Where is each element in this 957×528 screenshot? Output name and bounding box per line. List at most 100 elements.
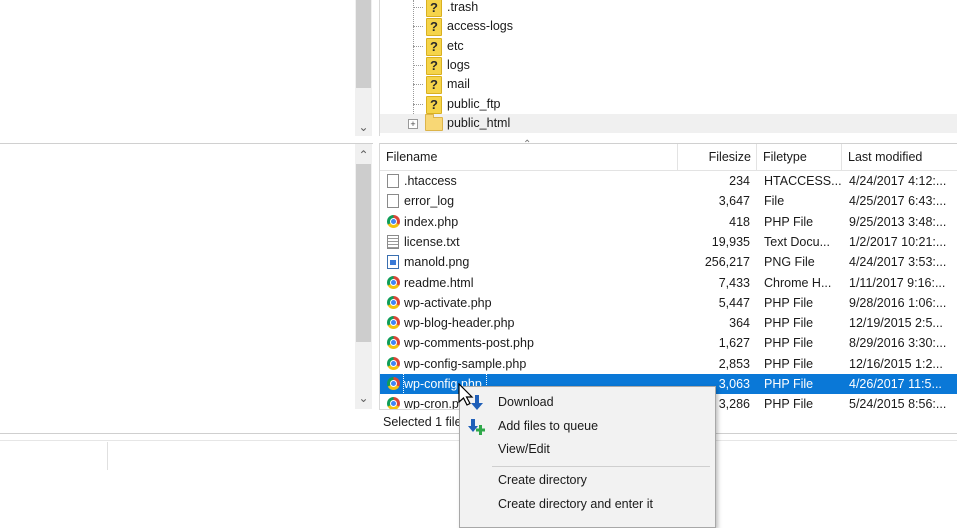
status-bar-selection-text: Selected 1 file: [379, 409, 463, 434]
file-name: manold.png: [404, 255, 470, 270]
file-size: 1,627: [718, 336, 750, 351]
column-header-filetype[interactable]: Filetype: [757, 144, 842, 170]
chrome-icon: [387, 295, 400, 309]
chrome-icon: [387, 275, 400, 289]
chrome-icon: [387, 336, 400, 350]
file-name: wp-activate.php: [404, 295, 492, 310]
tree-item[interactable]: ? etc: [380, 37, 957, 56]
chrome-icon: [387, 377, 400, 390]
scroll-down-arrow-icon[interactable]: ⌄: [355, 120, 372, 134]
tree-connector: [413, 7, 423, 8]
file-type: HTACCESS...: [764, 174, 842, 188]
file-size: 3,647: [718, 194, 750, 209]
remote-directory-tree-pane: ? .trash? access-logs ? etc? logs? mail? public…: [379, 0, 957, 136]
file-modified: 8/29/2016 3:30:...: [849, 336, 947, 351]
tree-item-label: mail: [447, 77, 470, 92]
tree-item-label: .trash: [447, 0, 479, 14]
menu-item-label: Create directory and enter it: [498, 497, 653, 511]
question-icon: ?: [426, 0, 442, 17]
document-icon: [387, 174, 399, 188]
tree-item-label: access-logs: [447, 19, 513, 34]
file-row[interactable]: readme.html 7,433 Chrome H... 1/11/2017 9:1…: [380, 273, 957, 293]
file-row[interactable]: manold.png 256,217 PNG File 4/24/2017 3:53:…: [380, 252, 957, 272]
file-type: PHP File: [764, 214, 814, 229]
file-type: PHP File: [764, 356, 814, 371]
file-type: File: [764, 194, 785, 209]
file-row[interactable]: wp-config-sample.php 2,853 PHP File 12/16/2…: [380, 354, 957, 374]
menu-item-label: Add files to queue: [498, 419, 599, 433]
menu-separator: [492, 466, 710, 467]
file-row[interactable]: license.txt 19,935 Text Docu... 1/2/2017 10…: [380, 232, 957, 252]
file-row[interactable]: wp-comments-post.php 1,627 PHP File 8/29/20…: [380, 333, 957, 353]
file-size: 364: [729, 316, 750, 331]
image-file-icon: [387, 255, 399, 270]
tree-item-label: public_ftp: [447, 96, 501, 111]
question-icon: ?: [426, 56, 442, 75]
menu-item-view-edit[interactable]: View/Edit: [460, 438, 715, 461]
tree-connector: [413, 45, 423, 47]
chrome-icon: [387, 214, 400, 228]
menu-item-create-directory-and-enter[interactable]: Create directory and enter it: [460, 493, 715, 516]
file-type: Text Docu...: [764, 234, 830, 249]
file-size: 234: [729, 174, 750, 188]
context-menu: Download Add files to queue View/Edit Cr…: [459, 386, 716, 528]
file-size: 256,217: [704, 255, 750, 270]
file-row[interactable]: wp-activate.php 5,447 PHP File 9/28/2016 1:…: [380, 293, 957, 313]
menu-item-download[interactable]: Download: [460, 391, 715, 414]
chrome-icon: [387, 356, 400, 370]
file-type: PHP File: [764, 295, 814, 310]
menu-item-label: View/Edit: [498, 442, 550, 456]
file-type: PHP File: [764, 316, 814, 331]
file-name: .htaccess: [404, 174, 457, 188]
file-size: 7,433: [718, 275, 750, 290]
file-type: PHP File: [764, 336, 814, 351]
file-row[interactable]: error_log 3,647 File 4/25/2017 6:43:...: [380, 191, 957, 211]
menu-item-label: Create directory: [498, 473, 587, 487]
document-icon: [387, 194, 399, 209]
scroll-up-arrow-icon[interactable]: ⌃: [355, 148, 372, 162]
scroll-down-arrow-icon[interactable]: ⌄: [355, 391, 372, 405]
file-modified: 12/19/2015 2:5...: [849, 316, 943, 331]
tree-item[interactable]: ? public_ftp: [380, 95, 957, 114]
local-file-list-pane[interactable]: ⌃ ⌄: [0, 143, 373, 409]
menu-item-add-files-to-queue[interactable]: Add files to queue: [460, 415, 715, 438]
scrollbar-thumb[interactable]: [356, 164, 371, 342]
local-list-scrollbar[interactable]: ⌃ ⌄: [355, 144, 372, 409]
tree-connector: [413, 64, 423, 66]
mouse-cursor-icon: [458, 383, 474, 406]
tree-item[interactable]: ? logs: [380, 56, 957, 75]
scrollbar-thumb[interactable]: [356, 0, 371, 88]
tree-item[interactable]: ? mail: [380, 75, 957, 95]
file-row[interactable]: index.php 418 PHP File 9/25/2013 3:48:...: [380, 212, 957, 232]
question-icon: ?: [426, 18, 442, 37]
local-directory-tree-pane[interactable]: ⌄: [0, 0, 373, 136]
folder-icon: [425, 113, 443, 131]
file-type: PNG File: [764, 255, 815, 270]
file-name: index.php: [404, 214, 459, 229]
file-size: 2,853: [718, 356, 750, 371]
column-header-last-modified[interactable]: Last modified: [842, 144, 957, 170]
question-icon: ?: [426, 95, 442, 114]
file-modified: 4/24/2017 3:53:...: [849, 255, 947, 270]
tree-item[interactable]: ? access-logs: [380, 17, 957, 37]
file-type: PHP File: [764, 377, 814, 391]
local-tree-scrollbar[interactable]: ⌄: [355, 0, 372, 136]
tree-item[interactable]: ? .trash: [380, 0, 957, 17]
add-queue-icon: [468, 419, 485, 435]
file-row[interactable]: .htaccess 234 HTACCESS... 4/24/2017 4:12:..…: [380, 171, 957, 191]
file-modified: 1/11/2017 9:16:...: [849, 275, 946, 290]
question-icon: ?: [426, 37, 442, 56]
tree-connector: [413, 103, 423, 105]
column-header-filesize[interactable]: Filesize: [678, 144, 757, 170]
file-row[interactable]: wp-blog-header.php 364 PHP File 12/19/2015 …: [380, 313, 957, 333]
question-icon: ?: [426, 76, 442, 95]
file-name: license.txt: [404, 234, 460, 249]
menu-item-create-directory[interactable]: Create directory: [460, 469, 715, 492]
tree-item[interactable]: + public_html: [380, 113, 957, 133]
file-modified: 9/28/2016 1:06:...: [849, 295, 947, 310]
tree-expand-icon[interactable]: +: [408, 118, 418, 129]
menu-item-label: Download: [498, 395, 554, 409]
tree-item-label: public_html: [447, 115, 511, 130]
file-type: PHP File: [764, 397, 814, 412]
file-size: 418: [729, 214, 750, 229]
